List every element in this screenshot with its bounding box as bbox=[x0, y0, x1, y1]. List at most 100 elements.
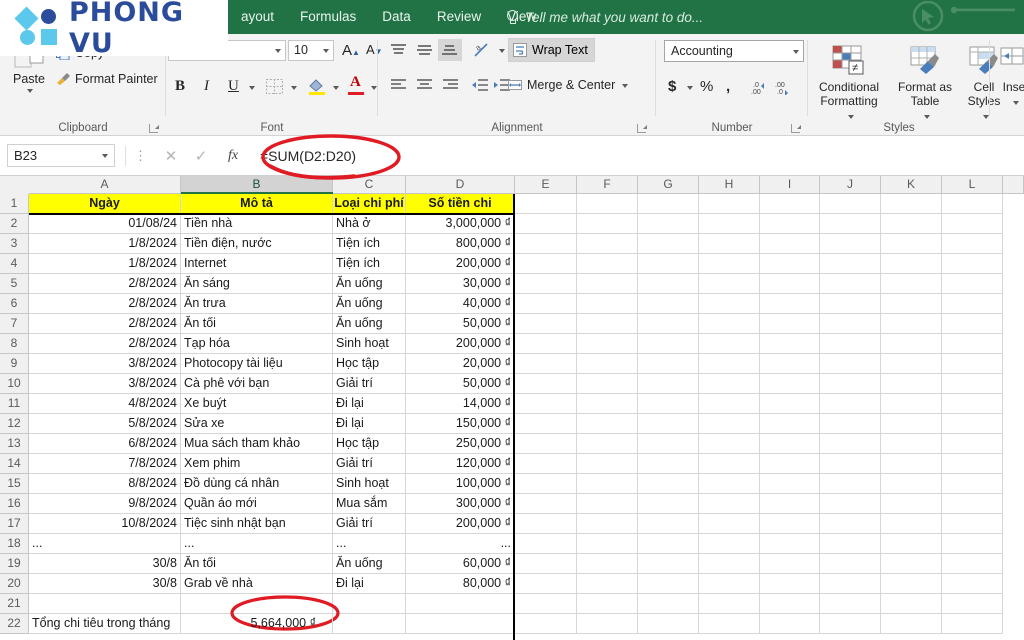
cell-G13[interactable] bbox=[638, 434, 699, 454]
cell-H16[interactable] bbox=[699, 494, 760, 514]
cell-G19[interactable] bbox=[638, 554, 699, 574]
cell-K19[interactable] bbox=[881, 554, 942, 574]
cell-C12[interactable]: Đi lại bbox=[333, 414, 406, 434]
name-box-dropdown-icon[interactable] bbox=[102, 153, 108, 158]
font-name-dropdown-icon[interactable] bbox=[275, 49, 281, 53]
cell-B12[interactable]: Sửa xe bbox=[181, 414, 333, 434]
column-header-c[interactable]: C bbox=[333, 176, 406, 194]
column-header-e[interactable]: E bbox=[515, 176, 577, 194]
cell-K3[interactable] bbox=[881, 234, 942, 254]
cell-L21[interactable] bbox=[942, 594, 1003, 614]
cell-I1[interactable] bbox=[760, 194, 820, 214]
cell-J3[interactable] bbox=[820, 234, 881, 254]
cell-B13[interactable]: Mua sách tham khảo bbox=[181, 434, 333, 454]
font-size-input[interactable]: 10 bbox=[288, 40, 334, 61]
cell-J8[interactable] bbox=[820, 334, 881, 354]
row-header-15[interactable]: 15 bbox=[0, 474, 29, 494]
cell-L6[interactable] bbox=[942, 294, 1003, 314]
cell-G15[interactable] bbox=[638, 474, 699, 494]
row-header-1[interactable]: 1 bbox=[0, 194, 29, 214]
cell-D15[interactable]: 100,000 ₫ bbox=[406, 474, 515, 494]
row-header-17[interactable]: 17 bbox=[0, 514, 29, 534]
cell-B9[interactable]: Photocopy tài liệu bbox=[181, 354, 333, 374]
cell-A5[interactable]: 2/8/2024 bbox=[29, 274, 181, 294]
cell-J19[interactable] bbox=[820, 554, 881, 574]
percent-button[interactable]: % bbox=[700, 78, 713, 95]
decrease-decimal-icon[interactable]: .00.0 bbox=[774, 80, 794, 95]
insert-cells-dropdown-icon[interactable] bbox=[1012, 100, 1019, 105]
tab-review[interactable]: Review bbox=[424, 0, 494, 34]
cell-G21[interactable] bbox=[638, 594, 699, 614]
cell-C8[interactable]: Sinh hoạt bbox=[333, 334, 406, 354]
row-header-5[interactable]: 5 bbox=[0, 274, 29, 294]
borders-icon[interactable] bbox=[266, 79, 283, 94]
cell-L20[interactable] bbox=[942, 574, 1003, 594]
cell-I19[interactable] bbox=[760, 554, 820, 574]
name-box[interactable]: B23 bbox=[7, 144, 115, 167]
cell-L2[interactable] bbox=[942, 214, 1003, 234]
insert-cells-button[interactable]: Inse bbox=[992, 40, 1024, 112]
underline-dropdown-icon[interactable] bbox=[249, 86, 255, 90]
number-format-dropdown-icon[interactable] bbox=[793, 50, 799, 54]
cell-A3[interactable]: 1/8/2024 bbox=[29, 234, 181, 254]
cell-G4[interactable] bbox=[638, 254, 699, 274]
cell-B6[interactable]: Ăn trưa bbox=[181, 294, 333, 314]
cell-F10[interactable] bbox=[577, 374, 638, 394]
cell-D16[interactable]: 300,000 ₫ bbox=[406, 494, 515, 514]
cell-E10[interactable] bbox=[515, 374, 577, 394]
cell-J6[interactable] bbox=[820, 294, 881, 314]
cell-B7[interactable]: Ăn tối bbox=[181, 314, 333, 334]
cell-G12[interactable] bbox=[638, 414, 699, 434]
cell-A10[interactable]: 3/8/2024 bbox=[29, 374, 181, 394]
cell-H4[interactable] bbox=[699, 254, 760, 274]
align-bottom-button[interactable] bbox=[438, 39, 462, 61]
cell-F17[interactable] bbox=[577, 514, 638, 534]
row-header-6[interactable]: 6 bbox=[0, 294, 29, 314]
cell-A2[interactable]: 01/08/24 bbox=[29, 214, 181, 234]
cell-K5[interactable] bbox=[881, 274, 942, 294]
cell-K4[interactable] bbox=[881, 254, 942, 274]
cell-K15[interactable] bbox=[881, 474, 942, 494]
cell-K2[interactable] bbox=[881, 214, 942, 234]
cell-E21[interactable] bbox=[515, 594, 577, 614]
alignment-dialog-launcher[interactable] bbox=[637, 124, 647, 133]
cell-D2[interactable]: 3,000,000 ₫ bbox=[406, 214, 515, 234]
cell-H20[interactable] bbox=[699, 574, 760, 594]
cell-A8[interactable]: 2/8/2024 bbox=[29, 334, 181, 354]
cell-K12[interactable] bbox=[881, 414, 942, 434]
cell-H15[interactable] bbox=[699, 474, 760, 494]
cell-C6[interactable]: Ăn uống bbox=[333, 294, 406, 314]
cell-D17[interactable]: 200,000 ₫ bbox=[406, 514, 515, 534]
cell-L15[interactable] bbox=[942, 474, 1003, 494]
row-header-8[interactable]: 8 bbox=[0, 334, 29, 354]
cell-I18[interactable] bbox=[760, 534, 820, 554]
cell-A11[interactable]: 4/8/2024 bbox=[29, 394, 181, 414]
cell-K7[interactable] bbox=[881, 314, 942, 334]
bold-button[interactable]: B bbox=[175, 78, 185, 95]
cell-B19[interactable]: Ăn tối bbox=[181, 554, 333, 574]
cell-L13[interactable] bbox=[942, 434, 1003, 454]
cell-C14[interactable]: Giải trí bbox=[333, 454, 406, 474]
cell-C10[interactable]: Giải trí bbox=[333, 374, 406, 394]
cell-H12[interactable] bbox=[699, 414, 760, 434]
cell-F6[interactable] bbox=[577, 294, 638, 314]
cell-D11[interactable]: 14,000 ₫ bbox=[406, 394, 515, 414]
cell-I13[interactable] bbox=[760, 434, 820, 454]
cell-B2[interactable]: Tiền nhà bbox=[181, 214, 333, 234]
cell-B10[interactable]: Cà phê với bạn bbox=[181, 374, 333, 394]
cell-I12[interactable] bbox=[760, 414, 820, 434]
cell-I20[interactable] bbox=[760, 574, 820, 594]
cell-B8[interactable]: Tạp hóa bbox=[181, 334, 333, 354]
cell-C9[interactable]: Học tập bbox=[333, 354, 406, 374]
cell-D14[interactable]: 120,000 ₫ bbox=[406, 454, 515, 474]
tell-me-box[interactable]: Tell me what you want to do... bbox=[505, 0, 703, 34]
header-cell-A1[interactable]: Ngày bbox=[29, 194, 181, 214]
cell-E13[interactable] bbox=[515, 434, 577, 454]
cell-D5[interactable]: 30,000 ₫ bbox=[406, 274, 515, 294]
cell-A14[interactable]: 7/8/2024 bbox=[29, 454, 181, 474]
cell-F21[interactable] bbox=[577, 594, 638, 614]
font-size-dropdown-icon[interactable] bbox=[323, 49, 329, 53]
row-header-13[interactable]: 13 bbox=[0, 434, 29, 454]
cell-J14[interactable] bbox=[820, 454, 881, 474]
cell-J15[interactable] bbox=[820, 474, 881, 494]
